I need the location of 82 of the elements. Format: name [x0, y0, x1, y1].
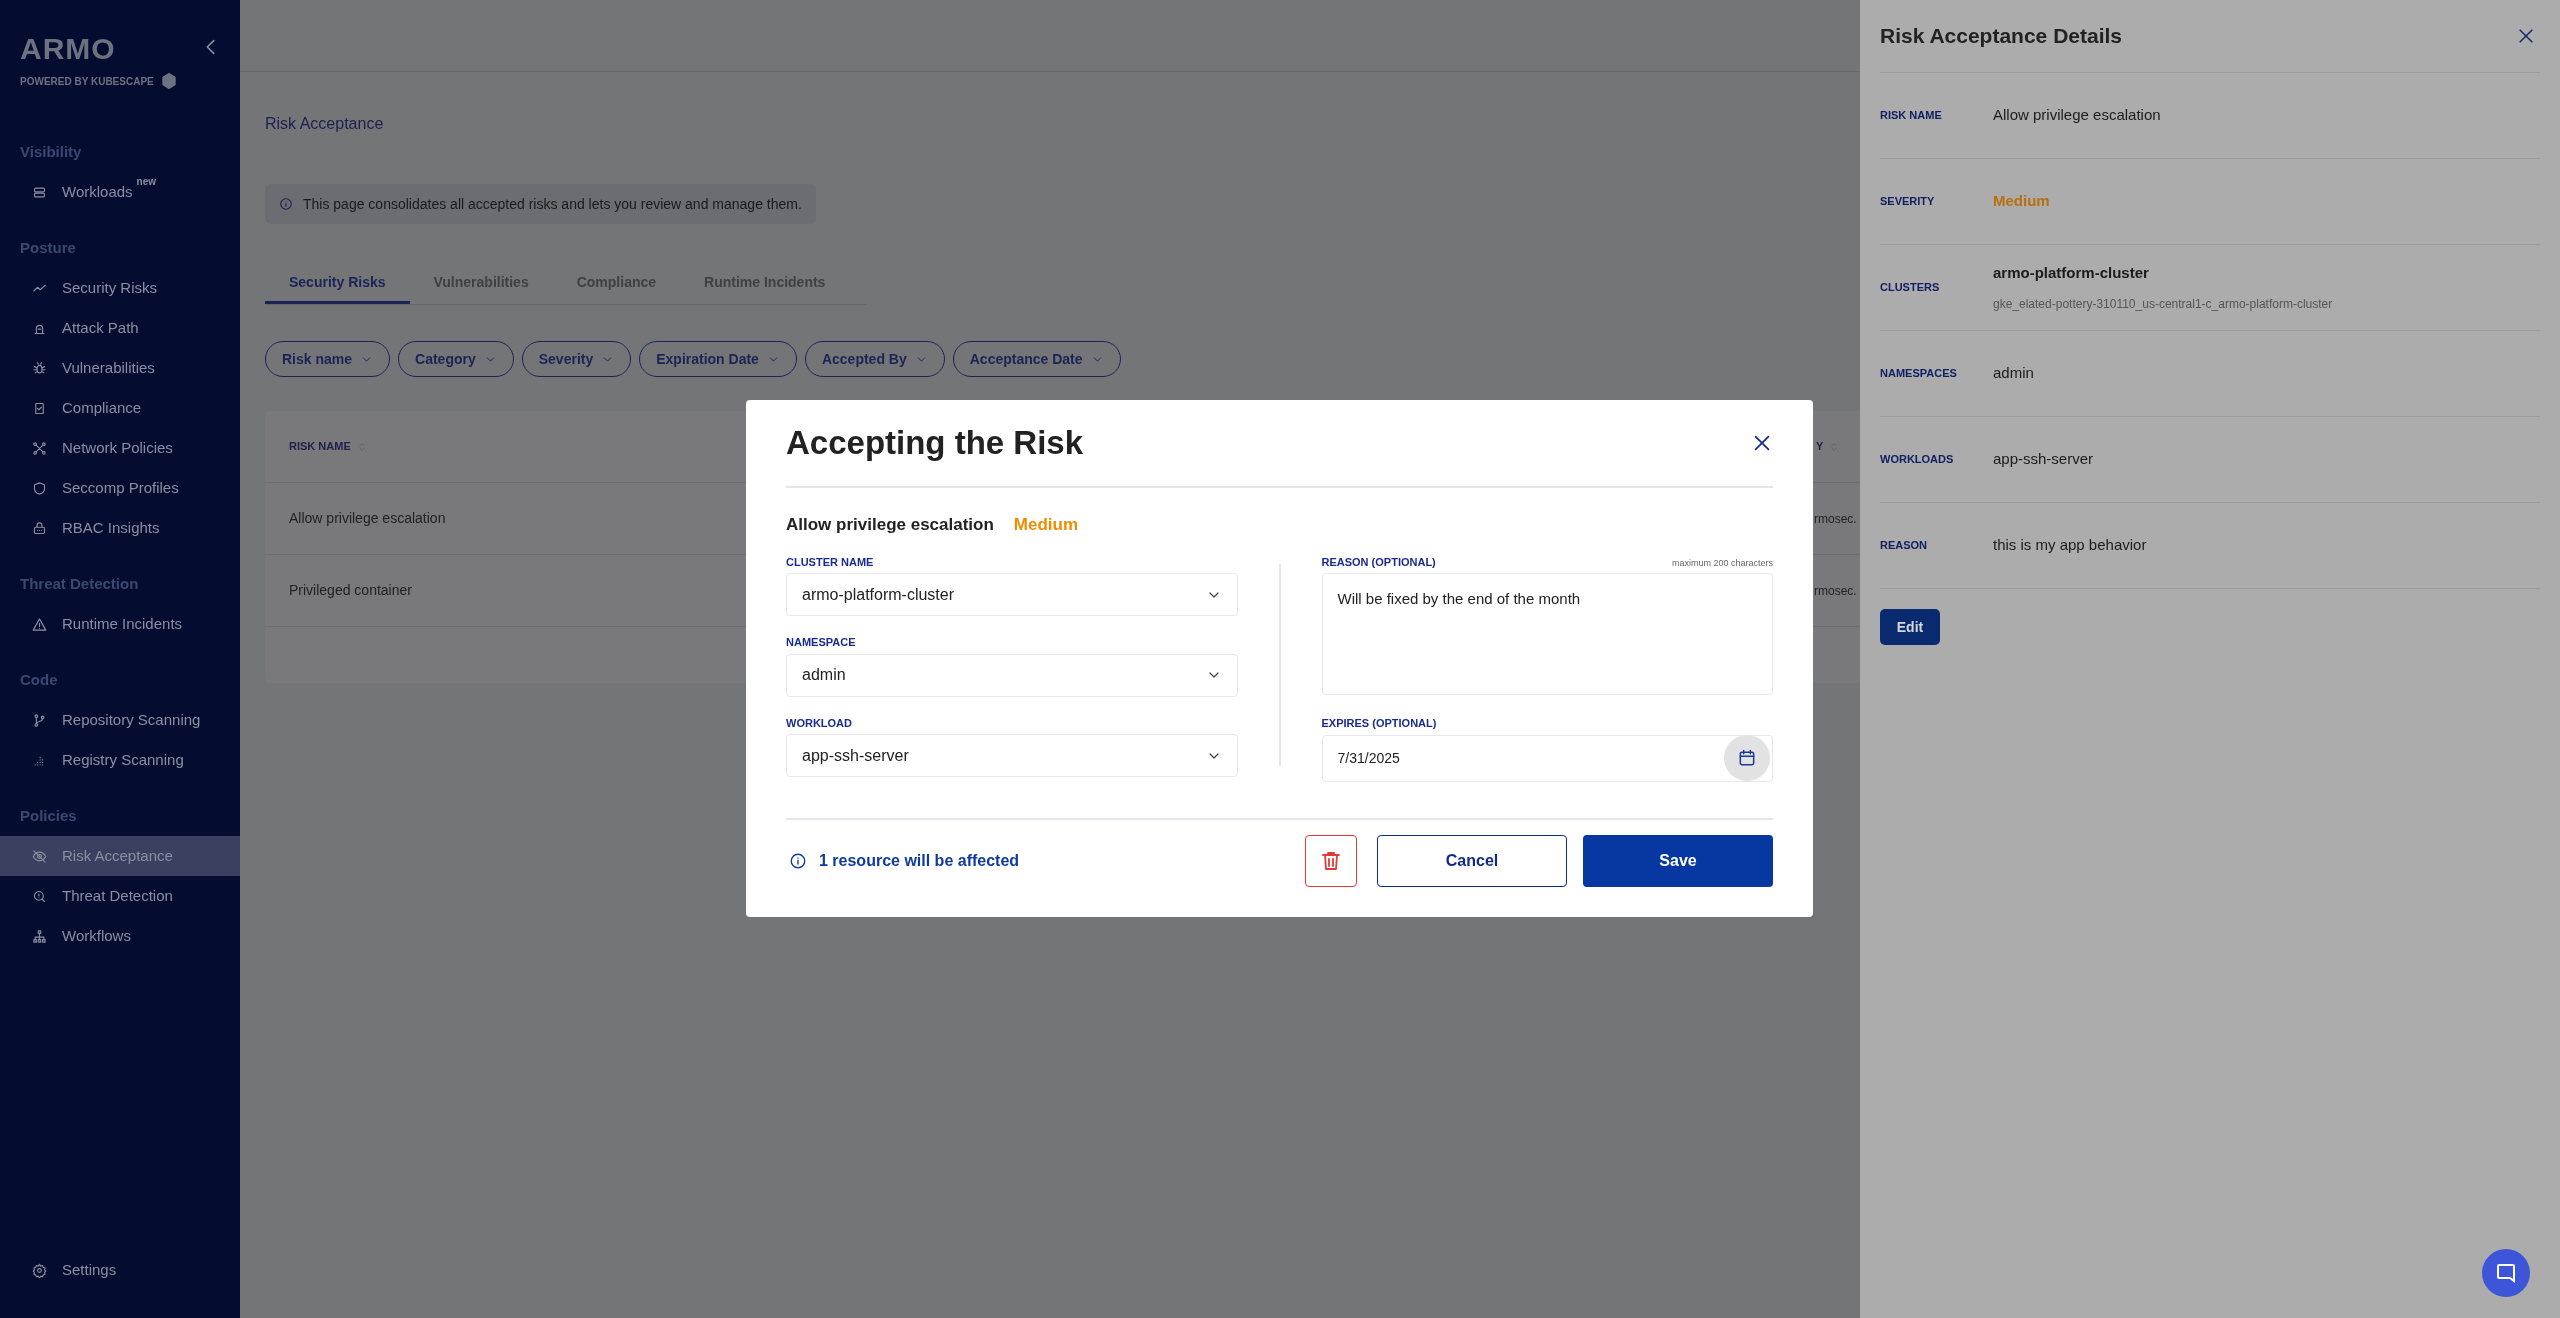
calendar-icon	[1737, 748, 1757, 768]
detail-value: admin	[1993, 363, 2034, 384]
sidebar-item[interactable]: Runtime Incidents	[0, 604, 240, 644]
warning-icon	[32, 616, 47, 632]
detail-subtext: gke_elated-pottery-310110_us-central1-c_armo-platform-cluster	[1993, 295, 2333, 313]
detail-label: WORKLOADS	[1880, 452, 1955, 468]
lock-icon	[32, 520, 47, 536]
sidebar-item[interactable]: Security Risks	[0, 268, 240, 308]
sidebar-item[interactable]: Vulnerabilities	[0, 348, 240, 388]
sidebar-item[interactable]: Workloads $^{new}$	[0, 172, 240, 212]
field-label: WORKLOAD	[786, 715, 853, 731]
settings-icon	[32, 1262, 47, 1278]
search-icon	[32, 888, 47, 904]
hexagon-badge-icon	[159, 72, 178, 90]
tab[interactable]: Security Risks	[265, 264, 410, 304]
info-icon	[789, 851, 807, 870]
column-header[interactable]: Y	[1816, 438, 1840, 455]
severity-label: Medium	[1013, 514, 1079, 536]
reason-field[interactable]: Will be fixed by the end of the month	[1321, 573, 1773, 695]
field-label: NAMESPACE	[786, 635, 857, 650]
section-heading: Code	[19, 670, 59, 690]
hierarchy-icon	[32, 928, 47, 944]
risk-name: Allow privilege escalation	[786, 514, 994, 536]
detail-label: NAMESPACES	[1880, 366, 1958, 382]
field-label: REASON (OPTIONAL)	[1321, 554, 1436, 570]
select-field[interactable]: admin	[786, 653, 1238, 697]
cancel-button[interactable]: Cancel	[1377, 834, 1567, 887]
section-heading: Policies	[19, 806, 78, 826]
network-icon	[32, 440, 47, 456]
detail-value: app-ssh-server	[1993, 449, 2094, 470]
detail-label: SEVERITY	[1880, 194, 1936, 210]
shield-icon	[32, 480, 47, 496]
info-icon	[279, 197, 293, 211]
info-text: This page consolidates all accepted risks and lets you review and manage them.	[303, 194, 802, 214]
detail-label: CLUSTERS	[1880, 280, 1941, 296]
logo: ARMO	[20, 34, 117, 64]
detail-value: this is my app behavior	[1993, 535, 2147, 556]
sidebar-item[interactable]: Attack Path	[0, 308, 240, 348]
sidebar-item[interactable]: Registry Scanning	[0, 740, 240, 780]
sidebar-item[interactable]: Network Policies	[0, 428, 240, 468]
sidebar-item[interactable]: Threat Detection	[0, 876, 240, 916]
detail-value: armo-platform-cluster	[1993, 263, 2150, 284]
sidebar-item[interactable]: Risk Acceptance	[0, 836, 240, 876]
detail-value: Allow privilege escalation	[1993, 105, 2161, 126]
table-cell-text: rmosec.	[1814, 510, 1857, 528]
field-label: EXPIRES (OPTIONAL)	[1321, 716, 1438, 731]
sidebar-item[interactable]: Compliance	[0, 388, 240, 428]
column-header[interactable]: RISK NAME	[289, 438, 367, 455]
sidebar-item[interactable]: Settings	[0, 1250, 240, 1290]
save-button[interactable]: Save	[1583, 834, 1773, 887]
server-icon	[32, 184, 47, 200]
panel-title: Risk Acceptance Details	[1880, 23, 2122, 50]
dialog-title: Accepting the Risk	[786, 423, 1084, 464]
section-heading: Posture	[19, 238, 77, 258]
delete-button[interactable]	[1305, 834, 1357, 887]
sidebar-item[interactable]: RBAC Insights	[0, 508, 240, 548]
eye-slash-icon	[32, 848, 47, 864]
bug-icon	[32, 360, 47, 376]
chat-icon	[2495, 1262, 2517, 1284]
edit-button[interactable]: Edit	[1880, 609, 1940, 645]
section-heading: Visibility	[19, 142, 83, 162]
tagline: POWERED BY KUBESCAPE	[20, 74, 154, 89]
section-heading: Threat Detection	[19, 574, 140, 594]
sidebar-item[interactable]: Repository Scanning	[0, 700, 240, 740]
character-limit-hint: maximum 200 characters	[1671, 556, 1773, 570]
field-label: CLUSTER NAME	[786, 554, 875, 570]
impact-note: 1 resource will be affected	[819, 850, 1020, 871]
select-field[interactable]: armo-platform-cluster	[786, 573, 1238, 616]
branch-icon	[32, 712, 47, 728]
calendar-button[interactable]	[1724, 735, 1770, 781]
table-cell-text: Allow privilege escalation	[289, 509, 446, 528]
select-field[interactable]: app-ssh-server	[786, 734, 1238, 777]
table-cell-text: Privileged container	[289, 581, 412, 600]
document-check-icon	[32, 400, 47, 416]
detail-label: RISK NAME	[1880, 108, 1943, 124]
date-field[interactable]: 7/31/2025	[1321, 734, 1773, 782]
page-title: Risk Acceptance	[265, 114, 385, 134]
sidebar-item[interactable]: Seccomp Profiles	[0, 468, 240, 508]
severity-value: Medium	[1993, 191, 2050, 212]
detail-label: REASON	[1880, 538, 1929, 554]
table-cell-text: rmosec.	[1814, 582, 1857, 600]
sidebar-item[interactable]: Workflows	[0, 916, 240, 956]
